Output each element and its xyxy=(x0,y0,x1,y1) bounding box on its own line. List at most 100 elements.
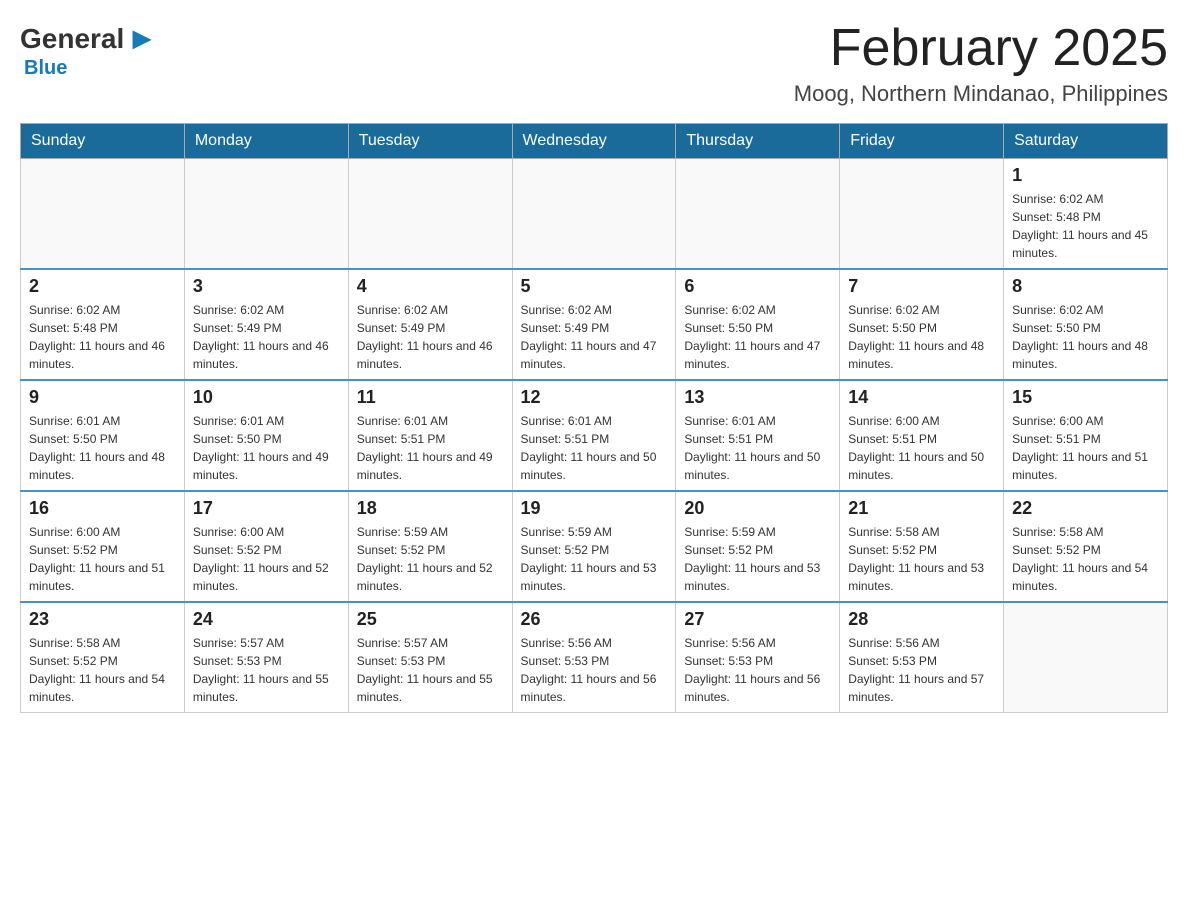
day-number: 22 xyxy=(1012,498,1159,519)
day-info: Sunrise: 6:01 AM Sunset: 5:51 PM Dayligh… xyxy=(684,412,831,484)
calendar-day-cell: 3 Sunrise: 6:02 AM Sunset: 5:49 PM Daylig… xyxy=(184,269,348,380)
day-of-week-header: Tuesday xyxy=(348,124,512,159)
day-info: Sunrise: 5:56 AM Sunset: 5:53 PM Dayligh… xyxy=(684,634,831,706)
day-number: 3 xyxy=(193,276,340,297)
day-number: 18 xyxy=(357,498,504,519)
day-info: Sunrise: 6:01 AM Sunset: 5:50 PM Dayligh… xyxy=(29,412,176,484)
day-info: Sunrise: 6:02 AM Sunset: 5:49 PM Dayligh… xyxy=(521,301,668,373)
calendar-day-cell: 8 Sunrise: 6:02 AM Sunset: 5:50 PM Daylig… xyxy=(1004,269,1168,380)
day-number: 1 xyxy=(1012,165,1159,186)
calendar-day-cell: 6 Sunrise: 6:02 AM Sunset: 5:50 PM Daylig… xyxy=(676,269,840,380)
day-info: Sunrise: 6:02 AM Sunset: 5:48 PM Dayligh… xyxy=(1012,190,1159,262)
day-number: 19 xyxy=(521,498,668,519)
day-number: 17 xyxy=(193,498,340,519)
calendar-day-cell: 26 Sunrise: 5:56 AM Sunset: 5:53 PM Dayli… xyxy=(512,602,676,713)
calendar-day-cell xyxy=(840,159,1004,270)
day-info: Sunrise: 6:02 AM Sunset: 5:50 PM Dayligh… xyxy=(684,301,831,373)
calendar-week-row: 16Sunrise: 6:00 AM Sunset: 5:52 PM Dayli… xyxy=(21,491,1168,602)
calendar-day-cell: 25Sunrise: 5:57 AM Sunset: 5:53 PM Dayli… xyxy=(348,602,512,713)
day-info: Sunrise: 5:59 AM Sunset: 5:52 PM Dayligh… xyxy=(357,523,504,595)
day-info: Sunrise: 6:02 AM Sunset: 5:50 PM Dayligh… xyxy=(848,301,995,373)
logo: General ► Blue xyxy=(20,20,160,80)
day-number: 25 xyxy=(357,609,504,630)
day-number: 20 xyxy=(684,498,831,519)
day-info: Sunrise: 5:56 AM Sunset: 5:53 PM Dayligh… xyxy=(848,634,995,706)
day-info: Sunrise: 6:02 AM Sunset: 5:50 PM Dayligh… xyxy=(1012,301,1159,373)
day-info: Sunrise: 6:00 AM Sunset: 5:52 PM Dayligh… xyxy=(193,523,340,595)
day-number: 2 xyxy=(29,276,176,297)
calendar-day-cell: 11 Sunrise: 6:01 AM Sunset: 5:51 PM Dayli… xyxy=(348,380,512,491)
logo-general-text: General xyxy=(20,23,124,55)
day-number: 15 xyxy=(1012,387,1159,408)
day-of-week-header: Sunday xyxy=(21,124,185,159)
day-number: 4 xyxy=(357,276,504,297)
day-info: Sunrise: 5:59 AM Sunset: 5:52 PM Dayligh… xyxy=(684,523,831,595)
calendar-day-cell: 1 Sunrise: 6:02 AM Sunset: 5:48 PM Daylig… xyxy=(1004,159,1168,270)
calendar-day-cell: 15 Sunrise: 6:00 AM Sunset: 5:51 PM Dayli… xyxy=(1004,380,1168,491)
day-number: 6 xyxy=(684,276,831,297)
calendar-table: SundayMondayTuesdayWednesdayThursdayFrid… xyxy=(20,123,1168,713)
calendar-day-cell: 18 Sunrise: 5:59 AM Sunset: 5:52 PM Dayli… xyxy=(348,491,512,602)
calendar-day-cell: 13 Sunrise: 6:01 AM Sunset: 5:51 PM Dayli… xyxy=(676,380,840,491)
day-info: Sunrise: 6:01 AM Sunset: 5:51 PM Dayligh… xyxy=(357,412,504,484)
day-info: Sunrise: 6:00 AM Sunset: 5:51 PM Dayligh… xyxy=(848,412,995,484)
day-number: 12 xyxy=(521,387,668,408)
calendar-day-cell xyxy=(184,159,348,270)
calendar-week-row: 9 Sunrise: 6:01 AM Sunset: 5:50 PM Daylig… xyxy=(21,380,1168,491)
page-header: General ► Blue February 2025 Moog, North… xyxy=(20,20,1168,107)
day-info: Sunrise: 6:02 AM Sunset: 5:49 PM Dayligh… xyxy=(357,301,504,373)
day-info: Sunrise: 5:58 AM Sunset: 5:52 PM Dayligh… xyxy=(848,523,995,595)
day-info: Sunrise: 6:00 AM Sunset: 5:51 PM Dayligh… xyxy=(1012,412,1159,484)
calendar-day-cell: 7 Sunrise: 6:02 AM Sunset: 5:50 PM Daylig… xyxy=(840,269,1004,380)
day-number: 5 xyxy=(521,276,668,297)
calendar-day-cell: 5 Sunrise: 6:02 AM Sunset: 5:49 PM Daylig… xyxy=(512,269,676,380)
calendar-day-cell xyxy=(348,159,512,270)
calendar-week-row: 2 Sunrise: 6:02 AM Sunset: 5:48 PM Daylig… xyxy=(21,269,1168,380)
day-number: 26 xyxy=(521,609,668,630)
calendar-day-cell: 23 Sunrise: 5:58 AM Sunset: 5:52 PM Dayli… xyxy=(21,602,185,713)
calendar-day-cell xyxy=(1004,602,1168,713)
day-number: 28 xyxy=(848,609,995,630)
calendar-day-cell: 24 Sunrise: 5:57 AM Sunset: 5:53 PM Dayli… xyxy=(184,602,348,713)
day-number: 9 xyxy=(29,387,176,408)
calendar-day-cell: 17 Sunrise: 6:00 AM Sunset: 5:52 PM Dayli… xyxy=(184,491,348,602)
day-info: Sunrise: 5:56 AM Sunset: 5:53 PM Dayligh… xyxy=(521,634,668,706)
day-info: Sunrise: 5:58 AM Sunset: 5:52 PM Dayligh… xyxy=(1012,523,1159,595)
day-info: Sunrise: 6:02 AM Sunset: 5:48 PM Dayligh… xyxy=(29,301,176,373)
calendar-week-row: 1 Sunrise: 6:02 AM Sunset: 5:48 PM Daylig… xyxy=(21,159,1168,270)
calendar-day-cell xyxy=(512,159,676,270)
calendar-day-cell: 12Sunrise: 6:01 AM Sunset: 5:51 PM Dayli… xyxy=(512,380,676,491)
day-number: 13 xyxy=(684,387,831,408)
day-info: Sunrise: 5:59 AM Sunset: 5:52 PM Dayligh… xyxy=(521,523,668,595)
day-info: Sunrise: 6:00 AM Sunset: 5:52 PM Dayligh… xyxy=(29,523,176,595)
logo-arrow-icon: ► xyxy=(126,20,158,57)
day-of-week-header: Monday xyxy=(184,124,348,159)
calendar-day-cell: 4 Sunrise: 6:02 AM Sunset: 5:49 PM Daylig… xyxy=(348,269,512,380)
calendar-day-cell xyxy=(21,159,185,270)
day-number: 10 xyxy=(193,387,340,408)
day-number: 24 xyxy=(193,609,340,630)
day-number: 23 xyxy=(29,609,176,630)
day-info: Sunrise: 5:58 AM Sunset: 5:52 PM Dayligh… xyxy=(29,634,176,706)
day-number: 8 xyxy=(1012,276,1159,297)
day-of-week-header: Thursday xyxy=(676,124,840,159)
calendar-day-cell: 2 Sunrise: 6:02 AM Sunset: 5:48 PM Daylig… xyxy=(21,269,185,380)
day-info: Sunrise: 6:02 AM Sunset: 5:49 PM Dayligh… xyxy=(193,301,340,373)
logo-blue-text: Blue xyxy=(24,57,67,80)
day-info: Sunrise: 6:01 AM Sunset: 5:50 PM Dayligh… xyxy=(193,412,340,484)
calendar-day-cell: 9 Sunrise: 6:01 AM Sunset: 5:50 PM Daylig… xyxy=(21,380,185,491)
title-block: February 2025 Moog, Northern Mindanao, P… xyxy=(794,20,1168,107)
calendar-day-cell: 28 Sunrise: 5:56 AM Sunset: 5:53 PM Dayli… xyxy=(840,602,1004,713)
day-number: 7 xyxy=(848,276,995,297)
calendar-header-row: SundayMondayTuesdayWednesdayThursdayFrid… xyxy=(21,124,1168,159)
calendar-day-cell: 21Sunrise: 5:58 AM Sunset: 5:52 PM Dayli… xyxy=(840,491,1004,602)
day-number: 11 xyxy=(357,387,504,408)
calendar-day-cell xyxy=(676,159,840,270)
day-of-week-header: Friday xyxy=(840,124,1004,159)
calendar-day-cell: 27 Sunrise: 5:56 AM Sunset: 5:53 PM Dayli… xyxy=(676,602,840,713)
calendar-day-cell: 14Sunrise: 6:00 AM Sunset: 5:51 PM Dayli… xyxy=(840,380,1004,491)
day-of-week-header: Saturday xyxy=(1004,124,1168,159)
calendar-day-cell: 20 Sunrise: 5:59 AM Sunset: 5:52 PM Dayli… xyxy=(676,491,840,602)
day-info: Sunrise: 5:57 AM Sunset: 5:53 PM Dayligh… xyxy=(193,634,340,706)
day-number: 27 xyxy=(684,609,831,630)
